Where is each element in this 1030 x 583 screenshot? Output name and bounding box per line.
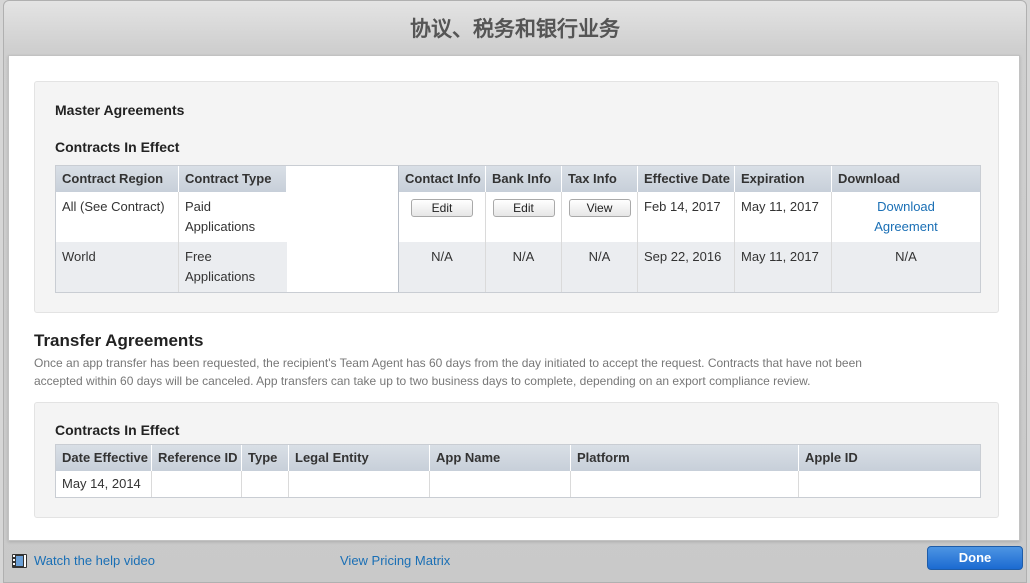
col-contract-type: Contract Type: [179, 166, 287, 192]
cell-expiration: May 11, 2017: [735, 192, 832, 242]
cell-bank-info: Edit: [486, 192, 562, 242]
master-agreements-panel: Master Agreements Contracts In Effect Co…: [34, 81, 999, 313]
transfer-description: Once an app transfer has been requested,…: [34, 354, 994, 390]
cell-region: All (See Contract): [56, 192, 179, 242]
download-link-line2[interactable]: Agreement: [832, 217, 980, 237]
cell-download: N/A: [832, 242, 980, 292]
cell-platform: [571, 471, 799, 497]
contract-type-line2: Applications: [185, 219, 256, 234]
contract-type-line1: Free: [185, 249, 212, 264]
cell-type: [242, 471, 289, 497]
cell-bank-info: N/A: [486, 242, 562, 292]
cell-contact-info: Edit: [398, 192, 486, 242]
col-type: Type: [242, 445, 289, 471]
col-contract-region: Contract Region: [56, 166, 179, 192]
transfer-contracts-panel: Contracts In Effect Date Effective Refer…: [34, 402, 999, 518]
download-link-line1[interactable]: Download: [832, 197, 980, 217]
tax-view-button[interactable]: View: [568, 199, 631, 217]
contract-type-line1: Paid: [185, 199, 212, 214]
cell-contract-type: Free Applications: [179, 242, 287, 292]
contact-edit-button[interactable]: Edit: [411, 199, 473, 217]
table-gap: [287, 166, 398, 292]
bank-edit-button[interactable]: Edit: [492, 199, 555, 217]
transfer-description-line2: accepted within 60 days will be canceled…: [34, 374, 811, 388]
cell-region: World: [56, 242, 179, 292]
cell-reference-id: [152, 471, 242, 497]
col-date-effective: Date Effective: [56, 445, 152, 471]
cell-legal-entity: [289, 471, 430, 497]
cell-tax-info: View: [562, 192, 638, 242]
col-bank-info: Bank Info: [486, 166, 562, 192]
cell-contact-info: N/A: [398, 242, 486, 292]
window-title: 协议、税务和银行业务: [410, 17, 620, 41]
transfer-contracts-table: Date Effective Reference ID Type Legal E…: [55, 444, 981, 498]
cell-apple-id: [799, 471, 980, 497]
cell-effective-date: Sep 22, 2016: [638, 242, 735, 292]
cell-effective-date: Feb 14, 2017: [638, 192, 735, 242]
col-apple-id: Apple ID: [799, 445, 980, 471]
col-legal-entity: Legal Entity: [289, 445, 430, 471]
transfer-agreements-heading: Transfer Agreements: [34, 331, 204, 350]
col-platform: Platform: [571, 445, 799, 471]
done-button[interactable]: Done: [927, 546, 1023, 570]
col-tax-info: Tax Info: [562, 166, 638, 192]
col-download: Download: [832, 166, 980, 192]
col-expiration: Expiration: [735, 166, 832, 192]
master-contracts-table: Contract Region Contract Type Contact In…: [55, 165, 981, 293]
view-pricing-matrix-link[interactable]: View Pricing Matrix: [340, 553, 450, 568]
col-contact-info: Contact Info: [398, 166, 486, 192]
cell-contract-type: Paid Applications: [179, 192, 287, 242]
download-agreement-link[interactable]: Download Agreement: [832, 192, 980, 242]
cell-expiration: May 11, 2017: [735, 242, 832, 292]
cell-app-name: [430, 471, 571, 497]
cell-date-effective: May 14, 2014: [56, 471, 152, 497]
transfer-description-line1: Once an app transfer has been requested,…: [34, 356, 862, 370]
content-area: Master Agreements Contracts In Effect Co…: [8, 55, 1020, 541]
film-icon[interactable]: [12, 554, 27, 568]
contract-type-line2: Applications: [185, 269, 256, 284]
cell-tax-info: N/A: [562, 242, 638, 292]
contracts-in-effect-heading: Contracts In Effect: [55, 139, 180, 155]
col-app-name: App Name: [430, 445, 571, 471]
transfer-contracts-heading: Contracts In Effect: [55, 422, 180, 438]
master-agreements-heading: Master Agreements: [55, 102, 185, 118]
watch-help-video-link[interactable]: Watch the help video: [34, 553, 155, 568]
col-effective-date: Effective Date: [638, 166, 735, 192]
col-reference-id: Reference ID: [152, 445, 242, 471]
